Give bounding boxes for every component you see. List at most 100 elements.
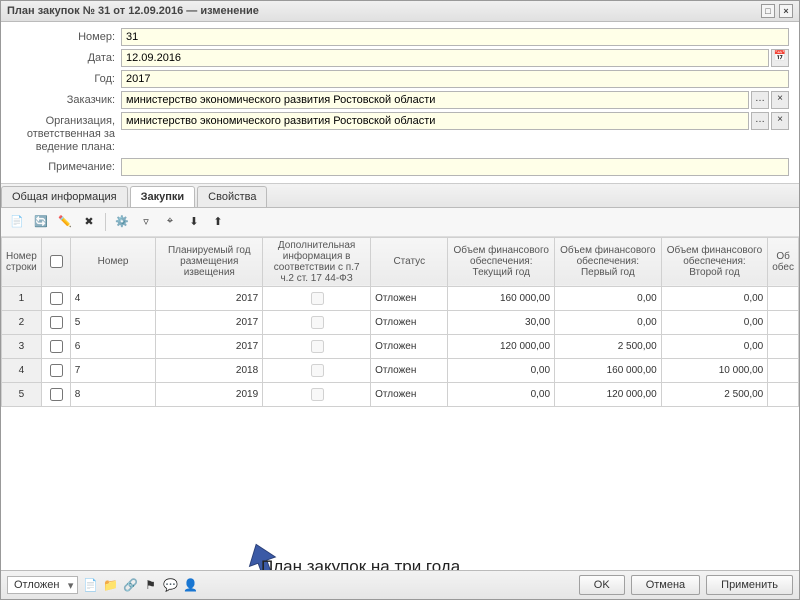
- clear-icon[interactable]: ×: [771, 112, 789, 130]
- edit-icon[interactable]: ✏️: [55, 212, 75, 232]
- cell-status: Отложен: [371, 382, 448, 406]
- user-icon[interactable]: 👤: [182, 577, 198, 593]
- year-field[interactable]: [121, 70, 789, 88]
- delete-icon[interactable]: ✖: [79, 212, 99, 232]
- cell-extra: [263, 358, 371, 382]
- cell-rownum: 1: [2, 286, 42, 310]
- cell-check[interactable]: [41, 358, 70, 382]
- label-customer: Заказчик:: [11, 91, 121, 106]
- date-field[interactable]: [121, 49, 769, 67]
- org-field[interactable]: [121, 112, 749, 130]
- cell-year: 2018: [156, 358, 263, 382]
- apply-button[interactable]: Применить: [706, 575, 793, 595]
- cell-fin-y2: 10 000,00: [661, 358, 768, 382]
- funnel-icon[interactable]: ⌖: [160, 212, 180, 232]
- cell-fin-cur: 0,00: [448, 358, 555, 382]
- cell-extra: [263, 382, 371, 406]
- cell-more: [768, 310, 799, 334]
- cell-fin-cur: 120 000,00: [448, 334, 555, 358]
- doc-icon[interactable]: 📄: [82, 577, 98, 593]
- col-fin-y2[interactable]: Объем финансового обеспечения: Второй го…: [661, 237, 768, 286]
- col-check[interactable]: [41, 237, 70, 286]
- cell-more: [768, 382, 799, 406]
- cell-number: 4: [70, 286, 156, 310]
- cell-fin-y1: 0,00: [555, 286, 662, 310]
- col-rownum[interactable]: Номер строки: [2, 237, 42, 286]
- table-row[interactable]: 252017Отложен30,000,000,00: [2, 310, 799, 334]
- ellipsis-icon[interactable]: …: [751, 91, 769, 109]
- cell-fin-y1: 2 500,00: [555, 334, 662, 358]
- ok-button[interactable]: OK: [579, 575, 625, 595]
- cell-year: 2017: [156, 310, 263, 334]
- gear-icon[interactable]: ⚙️: [112, 212, 132, 232]
- export-icon[interactable]: ⬆: [208, 212, 228, 232]
- chat-icon[interactable]: 💬: [162, 577, 178, 593]
- label-date: Дата:: [11, 49, 121, 64]
- bottom-bar: Отложен 📄 📁 🔗 ⚑ 💬 👤 OK Отмена Применить: [1, 570, 799, 599]
- col-fin-cur[interactable]: Объем финансового обеспечения: Текущий г…: [448, 237, 555, 286]
- row-checkbox[interactable]: [50, 316, 63, 329]
- clear-icon[interactable]: ×: [771, 91, 789, 109]
- cell-number: 8: [70, 382, 156, 406]
- table-row[interactable]: 472018Отложен0,00160 000,0010 000,00: [2, 358, 799, 382]
- col-fin-more[interactable]: Об обес: [768, 237, 799, 286]
- label-year: Год:: [11, 70, 121, 85]
- cell-number: 7: [70, 358, 156, 382]
- cell-number: 5: [70, 310, 156, 334]
- col-status[interactable]: Статус: [371, 237, 448, 286]
- table-row[interactable]: 362017Отложен120 000,002 500,000,00: [2, 334, 799, 358]
- link-icon[interactable]: 🔗: [122, 577, 138, 593]
- cell-check[interactable]: [41, 310, 70, 334]
- select-all-checkbox[interactable]: [50, 255, 63, 268]
- table-row[interactable]: 582019Отложен0,00120 000,002 500,00: [2, 382, 799, 406]
- annot-line1: План закупок на три года: [261, 557, 460, 570]
- extra-checkbox: [311, 292, 324, 305]
- table-row[interactable]: 142017Отложен160 000,000,000,00: [2, 286, 799, 310]
- cell-more: [768, 286, 799, 310]
- cell-fin-y2: 2 500,00: [661, 382, 768, 406]
- ellipsis-icon[interactable]: …: [751, 112, 769, 130]
- col-extra[interactable]: Дополнительная информация в соответствии…: [263, 237, 371, 286]
- number-field[interactable]: [121, 28, 789, 46]
- cell-fin-y1: 0,00: [555, 310, 662, 334]
- cell-year: 2017: [156, 334, 263, 358]
- row-checkbox[interactable]: [50, 388, 63, 401]
- cell-more: [768, 358, 799, 382]
- refresh-icon[interactable]: 🔄: [31, 212, 51, 232]
- cell-status: Отложен: [371, 334, 448, 358]
- tab-general[interactable]: Общая информация: [1, 186, 128, 207]
- extra-checkbox: [311, 388, 324, 401]
- note-field[interactable]: [121, 158, 789, 176]
- cell-check[interactable]: [41, 286, 70, 310]
- cell-fin-y2: 0,00: [661, 310, 768, 334]
- flag-icon[interactable]: ⚑: [142, 577, 158, 593]
- cancel-button[interactable]: Отмена: [631, 575, 700, 595]
- cell-fin-y1: 160 000,00: [555, 358, 662, 382]
- row-checkbox[interactable]: [50, 364, 63, 377]
- tab-properties[interactable]: Свойства: [197, 186, 267, 207]
- status-select[interactable]: Отложен: [7, 576, 78, 594]
- row-checkbox[interactable]: [50, 292, 63, 305]
- extra-checkbox: [311, 316, 324, 329]
- cell-extra: [263, 334, 371, 358]
- tab-purchases[interactable]: Закупки: [130, 186, 196, 207]
- cell-check[interactable]: [41, 334, 70, 358]
- label-org: Организация, ответственная за ведение пл…: [11, 112, 121, 155]
- cell-extra: [263, 310, 371, 334]
- cell-more: [768, 334, 799, 358]
- close-icon[interactable]: ×: [779, 4, 793, 18]
- col-fin-y1[interactable]: Объем финансового обеспечения: Первый го…: [555, 237, 662, 286]
- customer-field[interactable]: [121, 91, 749, 109]
- row-checkbox[interactable]: [50, 340, 63, 353]
- import-icon[interactable]: ⬇: [184, 212, 204, 232]
- folder-icon[interactable]: 📁: [102, 577, 118, 593]
- filter-icon[interactable]: ▿: [136, 212, 156, 232]
- date-picker-icon[interactable]: 📅: [771, 49, 789, 67]
- toolbar: 📄 🔄 ✏️ ✖ ⚙️ ▿ ⌖ ⬇ ⬆: [1, 208, 799, 237]
- col-year[interactable]: Планируемый год размещения извещения: [156, 237, 263, 286]
- new-icon[interactable]: 📄: [7, 212, 27, 232]
- col-number[interactable]: Номер: [70, 237, 156, 286]
- maximize-icon[interactable]: □: [761, 4, 775, 18]
- cell-rownum: 5: [2, 382, 42, 406]
- cell-check[interactable]: [41, 382, 70, 406]
